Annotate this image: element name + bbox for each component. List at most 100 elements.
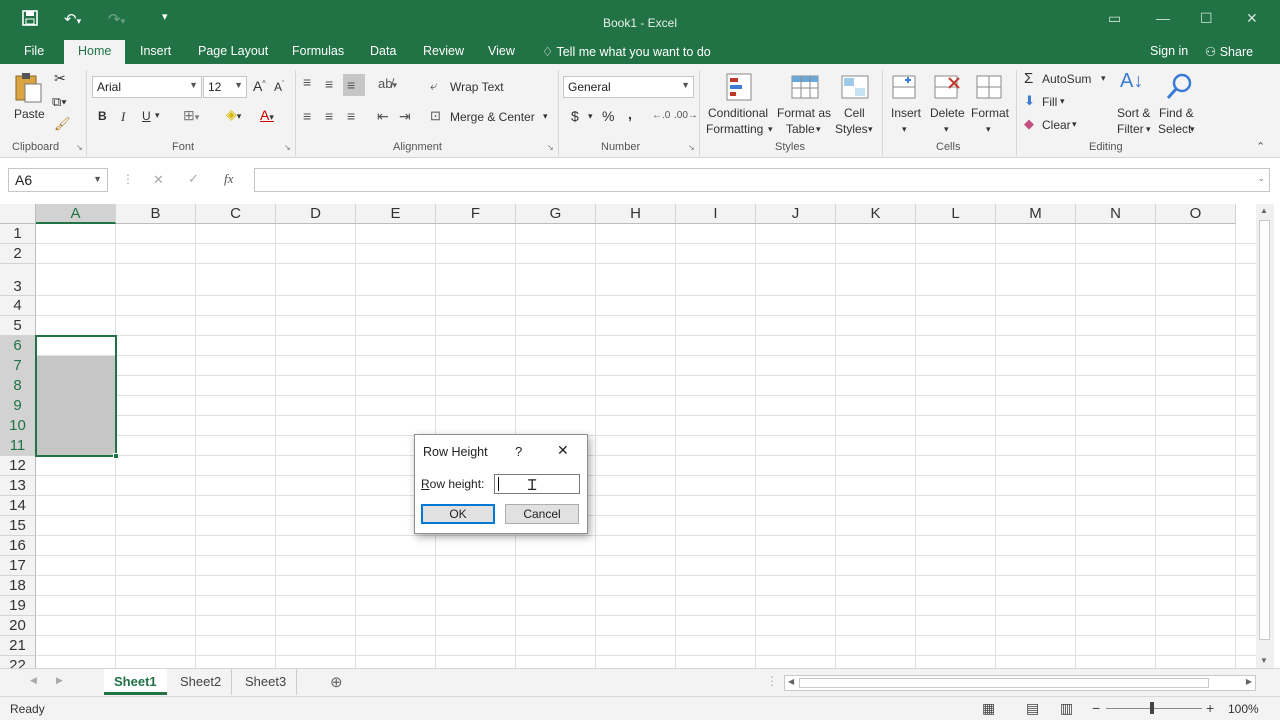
scroll-down-icon[interactable]: ▼ bbox=[1260, 656, 1268, 665]
splitter-icon[interactable]: ⋮ bbox=[766, 674, 778, 688]
ok-button[interactable]: OK bbox=[421, 504, 495, 524]
cut-icon[interactable]: ✂ bbox=[54, 70, 66, 87]
column-header-f[interactable]: F bbox=[436, 204, 516, 224]
column-header-a[interactable]: A bbox=[36, 204, 116, 224]
row-header-6[interactable]: 6 bbox=[0, 336, 36, 356]
tab-view[interactable]: View bbox=[488, 44, 515, 58]
new-sheet-icon[interactable]: ⊕ bbox=[330, 673, 343, 691]
row-header-18[interactable]: 18 bbox=[0, 576, 36, 596]
horizontal-scrollbar[interactable]: ◀ ▶ bbox=[784, 675, 1256, 691]
select-all-corner[interactable] bbox=[0, 204, 36, 224]
row-header-20[interactable]: 20 bbox=[0, 616, 36, 636]
clear-button[interactable]: ◆ Clear ▾ bbox=[1024, 116, 1084, 134]
font-name-select[interactable]: Arial ▼ bbox=[92, 76, 202, 98]
autosum-button[interactable]: Σ AutoSum ▾ bbox=[1024, 70, 1112, 88]
comma-button[interactable]: , bbox=[628, 106, 632, 122]
paste-button[interactable]: Paste bbox=[10, 70, 46, 130]
row-header-7[interactable]: 7 bbox=[0, 356, 36, 376]
row-header-21[interactable]: 21 bbox=[0, 636, 36, 656]
font-color-icon[interactable]: A▾ bbox=[260, 107, 274, 123]
number-format-select[interactable]: General ▼ bbox=[563, 76, 694, 98]
scroll-up-icon[interactable]: ▲ bbox=[1260, 206, 1268, 215]
cell-styles-button[interactable]: Cell Styles ▾ bbox=[834, 70, 878, 140]
tell-me-search[interactable]: ♢ Tell me what you want to do bbox=[542, 44, 711, 59]
format-painter-icon[interactable]: 🖌 bbox=[54, 116, 71, 132]
decrease-indent-icon[interactable]: ⇤ bbox=[377, 108, 389, 125]
enter-entry-icon[interactable]: ✓ bbox=[188, 171, 199, 187]
zoom-level[interactable]: 100% bbox=[1228, 702, 1259, 716]
fill-button[interactable]: ⬇ Fill ▾ bbox=[1024, 93, 1084, 111]
fill-color-icon[interactable]: ◈▾ bbox=[226, 106, 241, 123]
row-header-13[interactable]: 13 bbox=[0, 476, 36, 496]
column-header-b[interactable]: B bbox=[116, 204, 196, 224]
scroll-right-icon[interactable]: ▶ bbox=[1246, 677, 1252, 686]
normal-view-icon[interactable]: ▦ bbox=[982, 700, 995, 717]
format-cells-button[interactable]: Format ▾ bbox=[968, 70, 1012, 140]
column-header-d[interactable]: D bbox=[276, 204, 356, 224]
fill-handle[interactable] bbox=[113, 453, 119, 459]
delete-cells-button[interactable]: Delete ▾ bbox=[928, 70, 968, 140]
clipboard-launcher-icon[interactable]: ↘ bbox=[76, 143, 83, 152]
formula-input[interactable]: ⌄ bbox=[254, 168, 1270, 192]
decrease-font-icon[interactable]: Aˇ bbox=[274, 80, 284, 94]
increase-indent-icon[interactable]: ⇥ bbox=[399, 108, 411, 125]
row-header-9[interactable]: 9 bbox=[0, 396, 36, 416]
bottom-align-button[interactable]: ≡ bbox=[343, 74, 365, 96]
column-header-h[interactable]: H bbox=[596, 204, 676, 224]
row-header-17[interactable]: 17 bbox=[0, 556, 36, 576]
scrollbar-thumb[interactable] bbox=[1259, 220, 1270, 640]
dialog-close-icon[interactable]: ✕ bbox=[557, 442, 569, 459]
page-layout-view-icon[interactable]: ▤ bbox=[1026, 700, 1039, 717]
insert-function-icon[interactable]: fx bbox=[224, 171, 233, 187]
chevron-down-icon[interactable]: ▾ bbox=[155, 110, 160, 121]
worksheet-grid[interactable]: A B C D E F G H I J K L M N O 1 2 3 4 5 6 7 8 9 10 11 12 13 14 15 16 17… bbox=[0, 204, 1256, 668]
share-button[interactable]: ⚇ Share bbox=[1205, 44, 1253, 59]
conditional-formatting-button[interactable]: Conditional Formatting ▾ bbox=[704, 70, 776, 140]
row-header-3[interactable]: 3 bbox=[0, 264, 36, 296]
increase-decimal-icon[interactable]: ←.0 bbox=[652, 110, 670, 121]
sheet-tab-sheet2[interactable]: Sheet2 bbox=[170, 669, 233, 695]
sheet-tab-sheet3[interactable]: Sheet3 bbox=[235, 669, 298, 695]
sort-filter-button[interactable]: A↓ Sort & Filter ▾ bbox=[1114, 70, 1154, 140]
number-launcher-icon[interactable]: ↘ bbox=[688, 143, 695, 152]
help-icon[interactable]: ? bbox=[515, 444, 522, 459]
column-header-n[interactable]: N bbox=[1076, 204, 1156, 224]
sign-in-link[interactable]: Sign in bbox=[1150, 44, 1188, 58]
column-header-g[interactable]: G bbox=[516, 204, 596, 224]
cancel-button[interactable]: Cancel bbox=[505, 504, 579, 524]
hscroll-thumb[interactable] bbox=[799, 678, 1209, 688]
previous-sheet-icon[interactable]: ◀ bbox=[30, 675, 37, 686]
tab-review[interactable]: Review bbox=[423, 44, 464, 58]
font-size-select[interactable]: 12 ▼ bbox=[203, 76, 247, 98]
percent-button[interactable]: % bbox=[602, 108, 614, 124]
chevron-down-icon[interactable]: ▾ bbox=[588, 111, 593, 122]
middle-align-icon[interactable]: ≡ bbox=[325, 76, 333, 92]
align-center-icon[interactable]: ≡ bbox=[325, 108, 333, 124]
row-header-1[interactable]: 1 bbox=[0, 224, 36, 244]
orientation-icon[interactable]: ab̸▾ bbox=[378, 76, 397, 91]
row-header-2[interactable]: 2 bbox=[0, 244, 36, 264]
tab-home[interactable]: Home bbox=[64, 40, 126, 64]
merge-center-button[interactable]: ⊡ Merge & Center ▾ bbox=[430, 108, 554, 126]
name-box[interactable]: A6 ▼ bbox=[8, 168, 108, 192]
close-icon[interactable]: ✕ bbox=[1246, 10, 1258, 27]
maximize-icon[interactable]: ☐ bbox=[1200, 10, 1213, 27]
zoom-out-icon[interactable]: − bbox=[1092, 700, 1100, 716]
italic-button[interactable]: I bbox=[121, 109, 125, 125]
row-header-19[interactable]: 19 bbox=[0, 596, 36, 616]
next-sheet-icon[interactable]: ▶ bbox=[56, 675, 63, 686]
column-header-k[interactable]: K bbox=[836, 204, 916, 224]
row-header-11[interactable]: 11 bbox=[0, 436, 36, 456]
ribbon-display-options-icon[interactable]: ▭ bbox=[1108, 10, 1121, 27]
column-header-j[interactable]: J bbox=[756, 204, 836, 224]
underline-button[interactable]: U bbox=[142, 109, 151, 123]
increase-font-icon[interactable]: A^ bbox=[253, 78, 266, 94]
find-select-button[interactable]: Find & Select ▾ bbox=[1156, 70, 1200, 140]
row-header-4[interactable]: 4 bbox=[0, 296, 36, 316]
sheet-tab-sheet1[interactable]: Sheet1 bbox=[104, 669, 167, 695]
currency-button[interactable]: $ bbox=[571, 108, 579, 124]
column-header-l[interactable]: L bbox=[916, 204, 996, 224]
row-header-8[interactable]: 8 bbox=[0, 376, 36, 396]
row-height-input[interactable]: Ɪ bbox=[494, 474, 580, 494]
collapse-ribbon-icon[interactable]: ⌃ bbox=[1256, 140, 1265, 153]
